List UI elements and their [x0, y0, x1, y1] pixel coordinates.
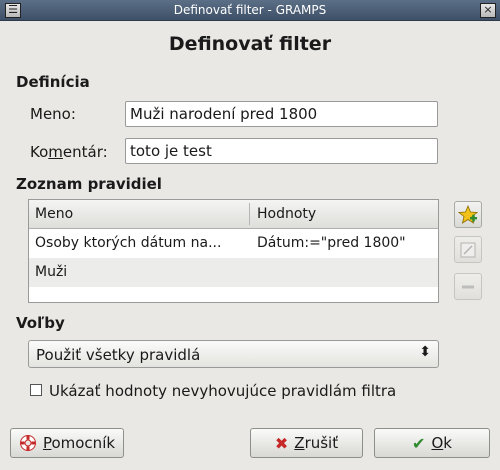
name-field[interactable]: Muži narodení pred 1800: [125, 101, 438, 127]
rules-list-header: Meno Hodnoty: [29, 200, 438, 229]
close-icon[interactable]: ×: [480, 3, 496, 18]
rules-section-label: Zoznam pravidiel: [16, 175, 162, 193]
cancel-icon: ✖: [274, 433, 289, 453]
list-item[interactable]: Muži: [29, 258, 438, 287]
help-button[interactable]: Pomocník: [10, 428, 124, 458]
rule-value: Dátum:="pred 1800": [257, 235, 406, 251]
cancel-button[interactable]: ✖ Zrušiť: [250, 428, 363, 458]
remove-rule-button[interactable]: [454, 273, 482, 300]
rule-mode-select[interactable]: Použiť všetky pravidlá ⬍: [28, 340, 439, 368]
options-section-label: Voľby: [16, 314, 65, 332]
ok-button[interactable]: ✔ Ok: [374, 428, 490, 458]
comment-field[interactable]: toto je test: [125, 138, 438, 164]
rule-mode-value: Použiť všetky pravidlá: [36, 346, 201, 364]
invert-checkbox[interactable]: [30, 384, 42, 396]
lifebuoy-icon: [19, 435, 36, 451]
dialog-heading: Definovať filter: [168, 33, 332, 55]
help-button-label: Pomocník: [42, 434, 116, 452]
name-label: Meno:: [30, 105, 76, 123]
list-item[interactable]: Osoby ktorých dátum na... Dátum:="pred 1…: [29, 229, 438, 258]
rule-name: Muži: [35, 264, 68, 280]
cancel-button-label: Zrušiť: [294, 434, 339, 452]
definition-section-label: Definícia: [16, 73, 90, 91]
ok-button-label: Ok: [431, 434, 452, 452]
remove-icon: [462, 285, 474, 288]
updown-arrow-icon: ⬍: [419, 344, 431, 360]
checkmark-icon: ✔: [412, 433, 426, 453]
column-separator: [249, 203, 250, 225]
add-rule-button[interactable]: [454, 201, 482, 228]
window-titlebar: ☰ Definovať filter - GRAMPS ×: [0, 0, 500, 21]
column-header-values[interactable]: Hodnoty: [257, 206, 316, 222]
edit-rule-button[interactable]: [454, 236, 482, 263]
column-header-name[interactable]: Meno: [35, 206, 73, 222]
rules-list[interactable]: Meno Hodnoty Osoby ktorých dátum na... D…: [28, 199, 439, 303]
window-title: Definovať filter - GRAMPS: [173, 3, 327, 17]
edit-icon: [460, 242, 476, 257]
add-star-icon: [458, 204, 478, 224]
comment-label: Komentár:: [30, 143, 108, 161]
rule-name: Osoby ktorých dátum na...: [35, 235, 222, 251]
invert-checkbox-label: Ukázať hodnoty nevyhovujúce pravidlám fi…: [49, 382, 397, 400]
invert-checkbox-row[interactable]: Ukázať hodnoty nevyhovujúce pravidlám fi…: [30, 382, 396, 400]
